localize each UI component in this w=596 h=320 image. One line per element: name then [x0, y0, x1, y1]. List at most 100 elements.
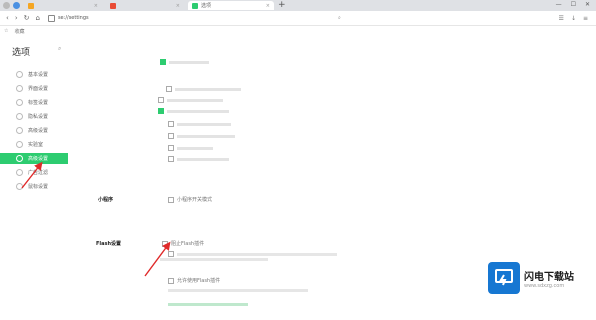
option-row [168, 289, 308, 292]
checkbox[interactable] [160, 59, 166, 65]
logo-icon [488, 262, 520, 294]
menu-icon[interactable]: ≡ [583, 15, 588, 22]
checkbox[interactable] [162, 240, 168, 247]
settings-link[interactable] [168, 303, 248, 306]
search-icon[interactable]: ⌕ [58, 45, 61, 53]
back-icon[interactable]: ‹ [6, 14, 9, 22]
option-row[interactable] [168, 145, 213, 151]
settings-icon [16, 71, 23, 78]
advanced-icon [16, 127, 23, 134]
watermark-url: www.sdxzg.com [524, 282, 565, 289]
sidebar-item-label: 高级设置 [28, 128, 49, 134]
tab-favicon [28, 2, 34, 9]
tab-settings[interactable]: 选项 × [188, 1, 274, 10]
option-row[interactable] [158, 97, 223, 103]
close-tab-icon[interactable]: × [94, 3, 98, 9]
mini-program-option[interactable]: 小程序开关模式 [168, 196, 212, 203]
extension-icon[interactable]: ☰ [559, 15, 564, 22]
sidebar-item-privacy[interactable]: 隐私设置 [0, 111, 70, 122]
minimize-icon[interactable]: — [556, 1, 562, 8]
tab-bar: × × 选项 × + — ☐ ✕ [0, 0, 596, 11]
option-row[interactable] [168, 156, 229, 162]
download-icon[interactable]: ↓ [571, 15, 576, 22]
sidebar-item-tabs[interactable]: 标签设置 [0, 97, 70, 108]
option-row[interactable] [168, 133, 235, 139]
sidebar-item-interface[interactable]: 界面设置 [0, 83, 70, 94]
option-label: 阻止Flash插件 [171, 241, 205, 247]
sidebar-item-basic[interactable]: 基本设置 [0, 69, 70, 80]
refresh-icon[interactable]: ↻ [24, 14, 30, 22]
home-icon[interactable]: ⌂ [36, 14, 40, 22]
window-controls: — ☐ ✕ [556, 1, 590, 8]
watermark-name: 闪电下载站 [524, 271, 574, 283]
close-window-icon[interactable]: ✕ [585, 1, 590, 8]
option-row[interactable] [158, 108, 229, 114]
interface-icon [16, 85, 23, 92]
sidebar-item-label: 高级设置 [28, 156, 49, 162]
tab-favicon [192, 2, 198, 9]
address-text: se://settings [57, 15, 89, 21]
navigation-toolbar: ‹ › ↻ ⌂ se://settings ⌕ ☰ ↓ ≡ [0, 11, 596, 26]
option-row[interactable] [168, 251, 337, 257]
sidebar-item-lab[interactable]: 实验室 [0, 139, 70, 150]
option-label: 小程序开关模式 [177, 197, 213, 203]
mouse-icon [16, 183, 23, 190]
checkbox[interactable] [168, 121, 174, 127]
advanced-icon [16, 155, 23, 162]
option-label: 允许使用Flash插件 [177, 278, 221, 284]
sidebar-item-advanced-1[interactable]: 高级设置 [0, 125, 70, 136]
toolbar-right: ☰ ↓ ≡ [559, 15, 588, 22]
tab-2[interactable]: × [106, 1, 184, 10]
flash-block-option[interactable]: 阻止Flash插件 [162, 240, 204, 247]
flash-allow-option[interactable]: 允许使用Flash插件 [168, 277, 220, 284]
sidebar-item-label: 基本设置 [28, 72, 49, 78]
sidebar-item-label: 广告过滤 [28, 170, 49, 176]
section-title-mini-program: 小程序 [98, 197, 114, 203]
tab-favicon [110, 2, 116, 9]
bookmarks-label[interactable]: 收藏 [14, 28, 24, 35]
option-row[interactable] [168, 121, 231, 127]
sidebar-item-advanced[interactable]: 高级设置 [0, 153, 68, 164]
close-tab-icon[interactable]: × [176, 3, 180, 9]
checkbox[interactable] [168, 196, 174, 203]
checkbox[interactable] [168, 145, 174, 151]
sidebar-item-label: 界面设置 [28, 86, 49, 92]
option-row[interactable] [166, 86, 241, 92]
checkbox[interactable] [158, 108, 164, 114]
tabs-icon [16, 99, 23, 106]
sidebar-item-label: 隐私设置 [28, 114, 49, 120]
page-title: 选项 [12, 48, 31, 58]
close-tab-icon[interactable]: × [266, 3, 270, 9]
bookmarks-bar: ☆ 收藏 [0, 26, 596, 36]
checkbox[interactable] [168, 251, 174, 257]
checkbox[interactable] [166, 86, 172, 92]
lab-icon [16, 141, 23, 148]
adblock-icon [16, 169, 23, 176]
checkbox[interactable] [168, 133, 174, 139]
new-tab-button[interactable]: + [278, 1, 286, 10]
bookmark-star-icon[interactable]: ☆ [4, 28, 8, 34]
maximize-icon[interactable]: ☐ [571, 1, 576, 8]
settings-sidebar: 选项 ⌕ 基本设置 界面设置 标签设置 隐私设置 高级设置 实验室 高级设置 广… [0, 37, 70, 320]
pinned-tab-icon[interactable] [13, 2, 20, 9]
tab-1[interactable]: × [24, 1, 102, 10]
watermark-logo: 闪电下载站 www.sdxzg.com [488, 262, 574, 294]
checkbox[interactable] [158, 97, 164, 103]
sidebar-item-adblock[interactable]: 广告过滤 [0, 167, 70, 178]
forward-icon[interactable]: › [15, 14, 18, 22]
browser-menu-icon[interactable] [3, 2, 10, 9]
tab-title: 选项 [201, 3, 212, 9]
section-title-flash: Flash设置 [96, 241, 122, 247]
checkbox[interactable] [168, 156, 174, 162]
sidebar-item-label: 标签设置 [28, 100, 49, 106]
lock-icon [47, 14, 55, 22]
sidebar-item-label: 鼠标设置 [28, 184, 49, 190]
sidebar-item-mouse[interactable]: 鼠标设置 [0, 181, 70, 192]
option-row[interactable] [160, 59, 209, 65]
privacy-icon [16, 113, 23, 120]
address-bar[interactable]: se://settings [47, 14, 318, 23]
option-row [160, 258, 268, 261]
checkbox[interactable] [168, 277, 174, 284]
search-box[interactable]: ⌕ [338, 15, 428, 21]
sidebar-item-label: 实验室 [28, 142, 44, 148]
